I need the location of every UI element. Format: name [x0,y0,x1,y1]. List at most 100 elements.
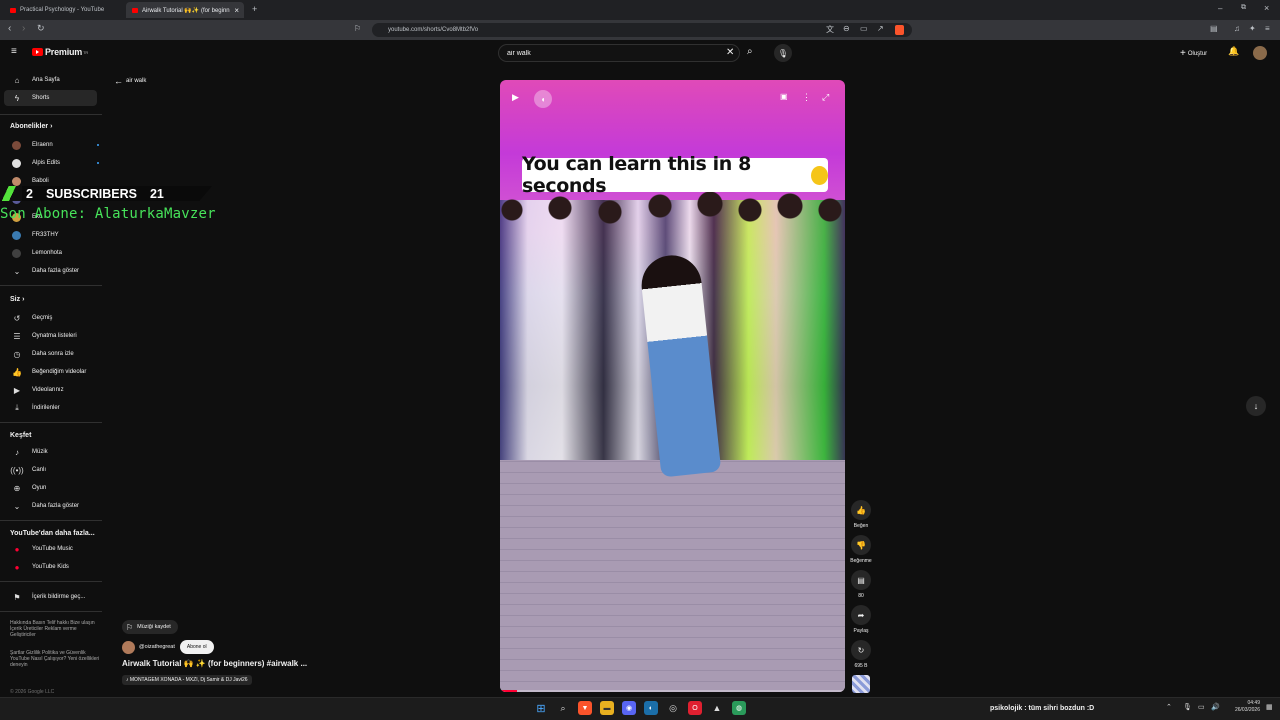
share-button[interactable]: ➦ Paylaş [850,605,872,634]
subscriptions-heading[interactable]: Abonelikler › [10,123,52,130]
create-button[interactable]: + Oluştur [1180,48,1207,59]
sidebar-explore-show-more[interactable]: ⌄ Daha fazla göster [10,499,98,513]
sidebar-label: Elraenn [32,142,53,148]
brave-shield-icon[interactable] [895,25,904,35]
cast-icon[interactable]: ▭ [860,24,868,33]
video-title[interactable]: Airwalk Tutorial 🙌 ✨ (for beginners) #ai… [122,659,307,668]
browser-tab-active[interactable]: Airwalk Tutorial 🙌✨ (for beginn × [126,2,244,18]
comments-button[interactable]: ▤ 80 [850,570,872,599]
spotify-icon[interactable]: ◍ [732,701,746,715]
dislike-button[interactable]: 👎 Beğenme [850,535,872,564]
footer-policy-links[interactable]: Şartlar Gizlilik Politika ve Güvenlik Yo… [10,650,102,668]
browser-tab[interactable]: Practical Psychology - YouTube [4,2,122,18]
you-heading[interactable]: Siz › [10,296,24,303]
translate-icon[interactable]: 文 [826,24,834,35]
sidebar-item-music[interactable]: ♪ Müzik [10,445,98,459]
sidebar-item-liked[interactable]: 👍 Beğendiğim videolar [10,365,98,379]
sidebar-toggle-icon[interactable]: ▤ [1210,24,1218,33]
minimize-icon[interactable]: – [1218,4,1222,13]
more-options-icon[interactable]: ⋮ [802,92,811,103]
discord-icon[interactable]: ◉ [622,701,636,715]
sidebar-item-report-history[interactable]: ⚑ İçerik bildirme geç... [10,590,98,604]
back-to-search[interactable]: ← air walk [114,76,146,86]
close-tab-icon[interactable]: × [234,6,239,15]
sidebar-subscription[interactable]: Baboli [10,174,98,188]
volume-icon[interactable]: ◖ [534,90,552,108]
obs-icon[interactable]: ◎ [666,701,680,715]
reload-icon[interactable]: ↻ [37,23,45,34]
search-icon[interactable]: ⌕ [747,46,753,57]
clock-date: 26/03/2026 [1234,707,1260,713]
opera-icon[interactable]: O [688,701,702,715]
windows-start-icon[interactable]: ⊞ [534,701,548,715]
forward-icon[interactable]: › [22,23,25,34]
like-button[interactable]: 👍 Beğen [850,500,872,529]
file-explorer-icon[interactable]: ▬ [600,701,614,715]
notification-center-icon[interactable]: ▦ [1266,703,1273,711]
sidebar-item-shorts[interactable]: ϟ Shorts [4,90,97,106]
sidebar-item-youtube-kids[interactable]: ● YouTube Kids [10,560,98,574]
captions-icon[interactable]: ▣ [780,92,788,101]
tray-chevron-up-icon[interactable]: ⌃ [1166,703,1172,711]
subscriber-count-left: 2 [26,186,33,201]
sidebar-subscription[interactable]: Alpis Edits [10,156,99,170]
sidebar-item-downloads[interactable]: ⤓ İndirilenler [10,401,98,415]
sound-thumbnail[interactable] [852,675,870,693]
sidebar-subscription[interactable]: FR33THY [10,228,98,242]
microphone-icon[interactable]: 🎙 [1183,703,1192,711]
share-page-icon[interactable]: ↗ [877,24,884,33]
sidebar-subscription[interactable]: Elraenn [10,138,99,152]
footer-links[interactable]: Hakkında Basın Telif hakkı Bize ulaşın İ… [10,620,102,638]
subscribe-button[interactable]: Abone ol [179,640,214,654]
user-avatar[interactable] [1253,46,1267,60]
sidebar-subs-show-more[interactable]: ⌄ Daha fazla göster [10,264,98,278]
sidebar-item-home[interactable]: ⌂ Ana Sayfa [10,73,98,87]
channel-name[interactable]: @oizathegreat [139,644,175,650]
sidebar-item-your-videos[interactable]: ▶ Videolarınız [10,383,98,397]
new-tab-icon[interactable]: + [252,4,257,14]
voice-search-icon[interactable]: 🎙 [774,44,792,62]
sidebar-item-youtube-music[interactable]: ● YouTube Music [10,542,98,556]
flag-icon: ⚑ [13,592,21,602]
shorts-video-player[interactable]: You can learn this in 8 seconds ▶ ◖ ▣ ⋮ … [500,80,845,692]
video-progress-bar[interactable] [500,690,845,692]
sidebar-item-playlists[interactable]: ☰ Oynatma listeleri [10,329,98,343]
save-music-button[interactable]: ⚐ Müziği kaydet [122,620,178,634]
notifications-bell-icon[interactable]: 🔔 [1228,46,1239,57]
taskbar-clock[interactable]: 04:49 26/03/2026 [1224,700,1260,714]
divider [0,285,102,286]
channel-avatar[interactable] [122,640,135,654]
extensions-icon[interactable]: ✦ [1249,24,1256,33]
sidebar-label: Oynatma listeleri [32,333,77,339]
close-window-icon[interactable]: × [1264,3,1269,13]
youtube-favicon-icon [10,7,16,13]
volume-tray-icon[interactable]: 🔊 [1211,703,1220,711]
search-input[interactable] [498,44,740,62]
sidebar-subscription[interactable]: Lemonhota [10,246,98,260]
dislike-icon: 👎 [851,535,871,555]
sidebar-item-live[interactable]: ((•)) Canlı [10,463,98,477]
restore-icon[interactable]: ⧉ [1241,4,1246,12]
back-icon[interactable]: ‹ [8,23,11,34]
clear-search-icon[interactable]: ✕ [726,47,734,58]
taskbar-search-icon[interactable]: ⌕ [556,701,570,715]
hamburger-menu-icon[interactable]: ≡ [11,46,17,57]
bookmark-icon[interactable]: ⚐ [354,24,361,33]
play-icon[interactable]: ▶ [512,92,519,103]
zoom-icon[interactable]: ⊖ [843,24,850,33]
sidebar-item-gaming[interactable]: ⊕ Oyun [10,481,98,495]
steam-icon[interactable]: ◐ [644,701,658,715]
menu-icon[interactable]: ≡ [1265,24,1270,33]
app-icon[interactable]: ▲ [710,701,724,715]
shorts-icon: ϟ [14,93,20,103]
video-music[interactable]: ♪ MONTAGEM XONADA - MXZI, Dj Samir & DJ … [122,675,252,685]
sidebar-item-history[interactable]: ↺ Geçmiş [10,311,98,325]
network-icon[interactable]: ▭ [1198,703,1205,711]
youtube-premium-logo[interactable]: Premium TR [32,47,88,57]
fullscreen-icon[interactable]: ⤢ [822,92,829,103]
media-icon[interactable]: ♫ [1234,24,1240,33]
remix-button[interactable]: ↻ 695 B [850,640,872,669]
sidebar-item-watch-later[interactable]: ◷ Daha sonra izle [10,347,98,361]
next-video-arrow-down-icon[interactable]: ↓ [1246,396,1266,416]
brave-browser-icon[interactable]: ▼ [578,701,592,715]
